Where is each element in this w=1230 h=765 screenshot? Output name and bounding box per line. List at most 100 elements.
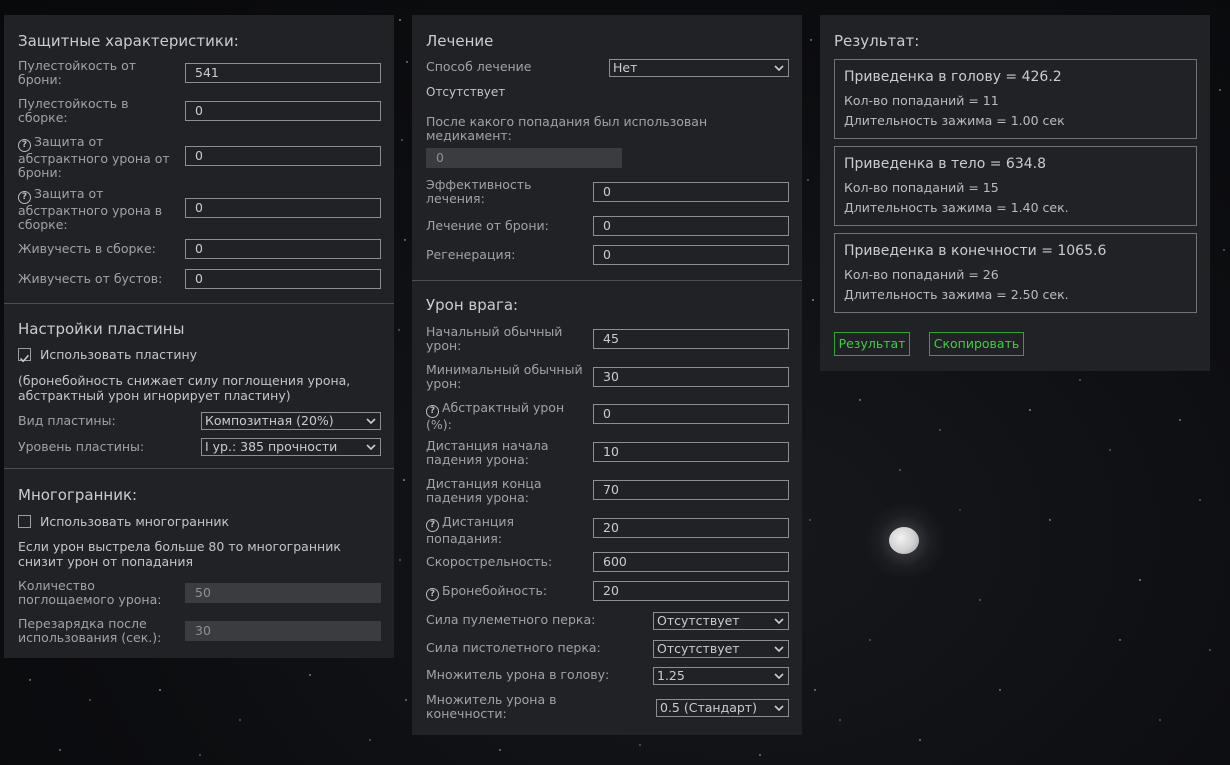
cooldown-label: Перезарядка после использования (сек.):	[18, 616, 162, 645]
use-plate-label[interactable]: Использовать пластину	[40, 347, 197, 362]
result-card-head: Приведенка в голову = 426.2 Кол-во попад…	[834, 59, 1197, 139]
cooldown-input[interactable]: 30	[185, 621, 381, 641]
chevron-down-icon	[774, 646, 784, 653]
build-bullet-res-input[interactable]: 0	[185, 101, 381, 121]
absorb-input[interactable]: 50	[185, 583, 381, 603]
limb-mult-label: Множитель урона в конечности:	[426, 692, 557, 721]
healing-method-status: Отсутствует	[426, 85, 506, 99]
enemy-title: Урон врага:	[426, 296, 519, 314]
healing-method-value: Нет	[613, 60, 638, 75]
initial-damage-input[interactable]: 45	[593, 329, 789, 349]
result-body-hits: Кол-во попаданий = 15	[844, 180, 999, 195]
use-polyhedron-checkbox[interactable]	[18, 515, 31, 528]
falloff-start-label: Дистанция начала падения урона:	[426, 438, 549, 467]
plate-type-label: Вид пластины:	[18, 413, 116, 428]
divider	[4, 468, 394, 469]
plate-level-select[interactable]: I ур.: 385 прочности	[201, 438, 381, 456]
chevron-down-icon	[366, 444, 376, 451]
plate-level-value: I ур.: 385 прочности	[205, 439, 338, 454]
defense-panel: Защитные характеристики: Пулестойкость о…	[4, 15, 394, 658]
abstract-damage-label: ? Абстрактный урон (%):	[426, 400, 565, 432]
falloff-end-input[interactable]: 70	[593, 480, 789, 500]
boost-vitality-input[interactable]: 0	[185, 269, 381, 289]
pistol-perk-select[interactable]: Отсутствует	[653, 640, 789, 658]
result-body-heading: Приведенка в тело = 634.8	[844, 156, 1047, 172]
head-mult-label: Множитель урона в голову:	[426, 667, 610, 682]
efficiency-input[interactable]: 0	[593, 182, 789, 202]
healing-title: Лечение	[426, 32, 494, 50]
result-card-limbs: Приведенка в конечности = 1065.6 Кол-во …	[834, 233, 1197, 313]
polyhedron-title: Многогранник:	[18, 486, 138, 504]
divider	[412, 280, 802, 281]
polyhedron-note: Если урон выстрела больше 80 то многогра…	[18, 539, 341, 569]
chevron-down-icon	[774, 705, 784, 712]
copy-button[interactable]: Скопировать	[929, 332, 1024, 356]
result-head-heading: Приведенка в голову = 426.2	[844, 69, 1062, 85]
moon-image	[889, 527, 919, 554]
armor-pen-label: ? Бронебойность:	[426, 584, 547, 601]
result-head-hits: Кол-во попаданий = 11	[844, 93, 999, 108]
abstract-armor-input[interactable]: 0	[185, 146, 381, 166]
falloff-start-input[interactable]: 10	[593, 442, 789, 462]
plate-level-label: Уровень пластины:	[18, 439, 145, 454]
hit-distance-input[interactable]: 20	[593, 518, 789, 538]
plate-type-value: Композитная (20%)	[205, 413, 334, 428]
falloff-end-label: Дистанция конца падения урона:	[426, 476, 542, 505]
chevron-down-icon	[366, 418, 376, 425]
plate-title: Настройки пластины	[18, 320, 185, 338]
use-polyhedron-label[interactable]: Использовать многогранник	[40, 514, 229, 529]
boost-vitality-label: Живучесть от бустов:	[18, 271, 163, 286]
head-mult-select[interactable]: 1.25	[653, 667, 789, 685]
efficiency-label: Эффективность лечения:	[426, 177, 532, 206]
after-hit-label: После какого попадания был использован м…	[426, 114, 708, 143]
regen-input[interactable]: 0	[593, 245, 789, 265]
abstract-damage-input[interactable]: 0	[593, 404, 789, 424]
after-hit-input[interactable]: 0	[426, 148, 622, 168]
fire-rate-input[interactable]: 600	[593, 552, 789, 572]
armor-bullet-res-label: Пулестойкость от брони:	[18, 58, 137, 87]
abstract-armor-label: ? Защита от абстрактного урона от брони:	[18, 134, 170, 180]
result-limbs-hold: Длительность зажима = 2.50 сек.	[844, 287, 1069, 302]
defense-title: Защитные характеристики:	[18, 32, 239, 50]
check-icon	[19, 354, 30, 363]
hit-distance-label: ? Дистанция попадания:	[426, 514, 515, 546]
use-plate-checkbox[interactable]	[18, 348, 31, 363]
min-damage-label: Минимальный обычный урон:	[426, 362, 583, 391]
healing-method-select[interactable]: Нет	[609, 59, 789, 77]
healing-method-label: Способ лечение	[426, 59, 532, 74]
result-head-hold: Длительность зажима = 1.00 сек	[844, 113, 1065, 128]
result-button[interactable]: Результат	[834, 332, 910, 356]
plate-note: (бронебойность снижает силу поглощения у…	[18, 373, 351, 403]
min-damage-input[interactable]: 30	[593, 367, 789, 387]
initial-damage-label: Начальный обычный урон:	[426, 324, 563, 353]
help-icon[interactable]: ?	[426, 588, 439, 601]
armor-pen-input[interactable]: 20	[593, 581, 789, 601]
armor-heal-input[interactable]: 0	[593, 216, 789, 236]
plate-type-select[interactable]: Композитная (20%)	[201, 412, 381, 430]
absorb-label: Количество поглощаемого урона:	[18, 578, 162, 607]
result-card-body: Приведенка в тело = 634.8 Кол-во попадан…	[834, 146, 1197, 226]
result-limbs-heading: Приведенка в конечности = 1065.6	[844, 243, 1107, 259]
result-panel: Результат: Приведенка в голову = 426.2 К…	[820, 15, 1210, 371]
armor-heal-label: Лечение от брони:	[426, 218, 549, 233]
chevron-down-icon	[774, 618, 784, 625]
chevron-down-icon	[774, 673, 784, 680]
result-title: Результат:	[834, 32, 920, 50]
mg-perk-label: Сила пулеметного перка:	[426, 612, 596, 627]
result-body-hold: Длительность зажима = 1.40 сек.	[844, 200, 1069, 215]
build-vitality-label: Живучесть в сборке:	[18, 241, 156, 256]
mg-perk-value: Отсутствует	[657, 613, 740, 628]
limb-mult-value: 0.5 (Стандарт)	[660, 700, 757, 715]
abstract-build-input[interactable]: 0	[185, 198, 381, 218]
head-mult-value: 1.25	[657, 668, 685, 683]
fire-rate-label: Скорострельность:	[426, 554, 553, 569]
armor-bullet-res-input[interactable]: 541	[185, 63, 381, 83]
result-limbs-hits: Кол-во попаданий = 26	[844, 267, 999, 282]
build-vitality-input[interactable]: 0	[185, 239, 381, 259]
mg-perk-select[interactable]: Отсутствует	[653, 612, 789, 630]
limb-mult-select[interactable]: 0.5 (Стандарт)	[656, 699, 789, 717]
regen-label: Регенерация:	[426, 247, 516, 262]
pistol-perk-label: Сила пистолетного перка:	[426, 640, 601, 655]
build-bullet-res-label: Пулестойкость в сборке:	[18, 96, 129, 125]
healing-enemy-panel: Лечение Способ лечение Нет Отсутствует П…	[412, 15, 802, 735]
